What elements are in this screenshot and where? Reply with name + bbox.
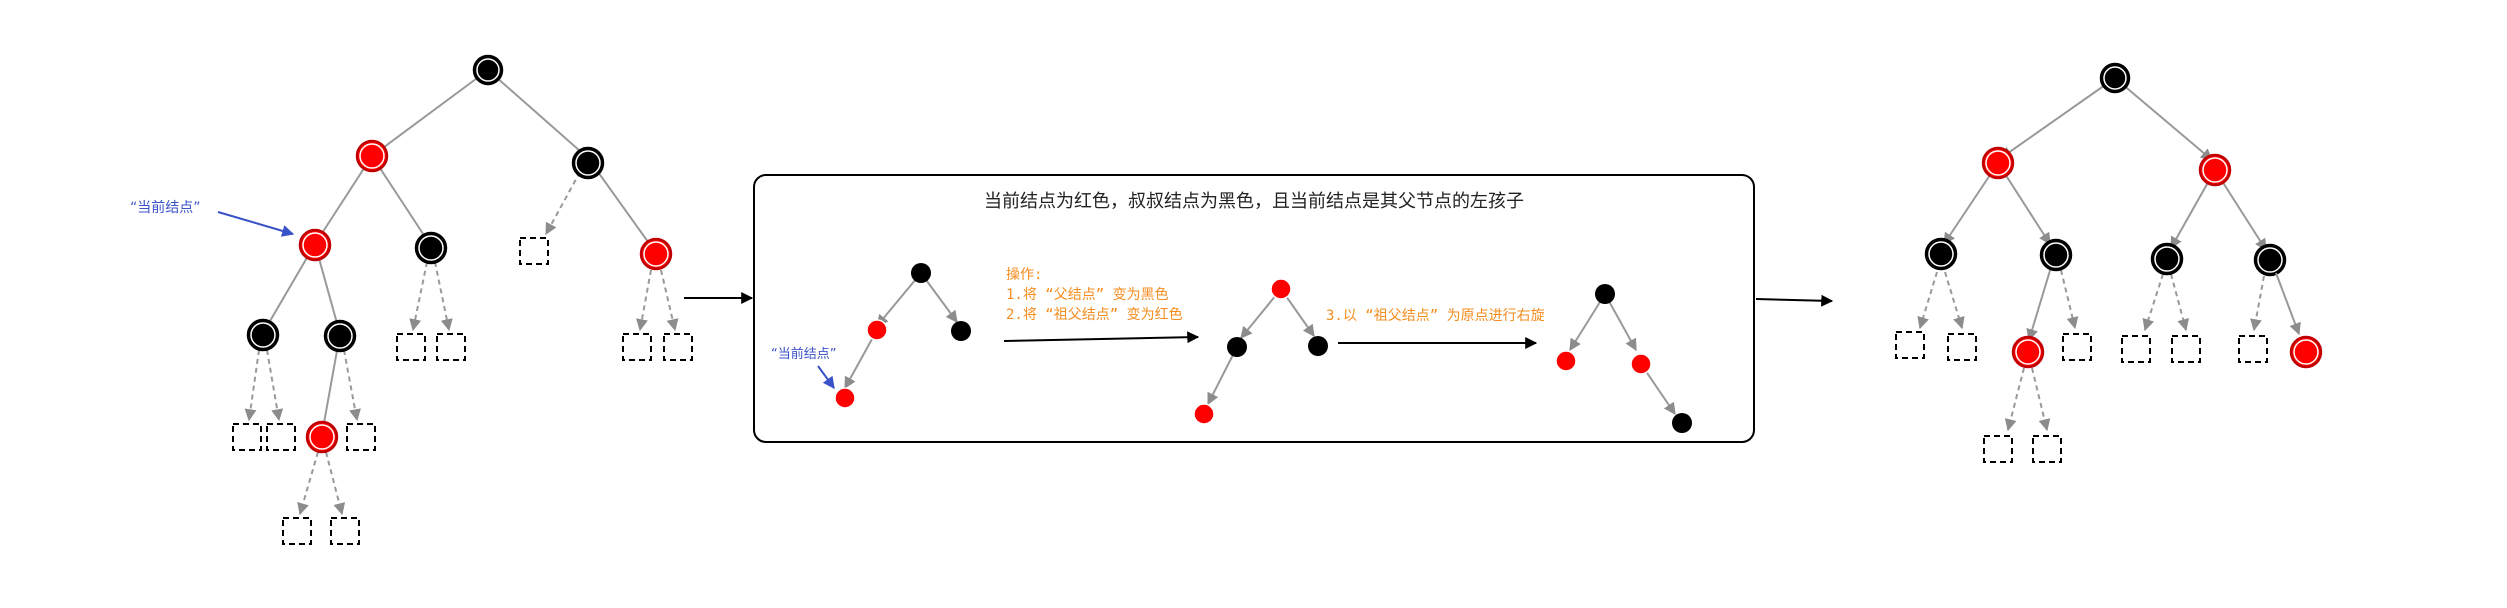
operation-step-1: 1.将 “父结点” 变为黑色 <box>1006 286 1169 303</box>
black-node-ring <box>2103 66 2127 90</box>
red-node-current <box>834 387 856 409</box>
black-node <box>1595 284 1615 304</box>
nil-edge <box>2170 273 2190 332</box>
red-node <box>1630 353 1652 375</box>
tree-edge <box>487 69 589 159</box>
nil-edge <box>1917 271 1938 330</box>
left-tree-dashed-edges <box>244 171 679 516</box>
red-node-ring <box>1985 150 2011 176</box>
case-panel-title: 当前结点为红色，叔叔结点为黑色，且当前结点是其父节点的左孩子 <box>984 191 1524 212</box>
black-node-ring <box>2154 246 2180 272</box>
right-tree <box>1895 62 2323 463</box>
nil-edge <box>434 261 453 332</box>
nil-node <box>2171 335 2201 363</box>
nil-edge <box>409 261 428 332</box>
nil-node <box>282 517 312 545</box>
nil-edge <box>2250 275 2265 332</box>
red-node <box>1193 403 1215 425</box>
red-node-ring <box>302 232 328 258</box>
nil-node <box>2032 435 2062 463</box>
rotate-step: 3.以 “祖父结点” 为原点进行右旋 <box>1326 308 1545 324</box>
black-node-ring <box>575 150 601 176</box>
nil-node <box>2238 335 2268 363</box>
nil-edge <box>2060 269 2079 330</box>
nil-edge <box>660 269 679 332</box>
black-node-ring <box>476 58 500 82</box>
nil-edge <box>2142 273 2164 332</box>
nil-node <box>436 333 466 361</box>
left-tree-nodes <box>246 54 673 454</box>
nil-node <box>396 333 426 361</box>
current-node-label: “当前结点” <box>130 199 201 216</box>
nil-edge <box>325 451 346 516</box>
black-node <box>1308 336 1328 356</box>
nil-edge <box>297 451 319 516</box>
left-tree-nil-nodes <box>232 237 693 545</box>
black-node-ring <box>2043 242 2069 268</box>
panel-current-node-label: “当前结点” <box>771 346 836 362</box>
nil-node <box>622 333 652 361</box>
black-node <box>911 263 931 283</box>
nil-node <box>330 517 360 545</box>
black-node <box>951 321 971 341</box>
nil-node <box>1983 435 2013 463</box>
nil-node <box>519 237 549 265</box>
black-node-ring <box>327 323 353 349</box>
red-node-ring <box>359 143 385 169</box>
case-panel-frame <box>753 174 1755 443</box>
red-node-ring <box>2202 157 2228 183</box>
red-node-ring <box>309 424 335 450</box>
nil-edge <box>2004 367 2025 432</box>
red-node-ring <box>2293 339 2319 365</box>
red-node-ring <box>2015 339 2041 365</box>
red-node <box>1555 350 1577 372</box>
black-node <box>1227 337 1247 357</box>
red-node <box>1270 278 1292 300</box>
nil-node <box>346 423 376 451</box>
black-node-ring <box>418 235 444 261</box>
case-panel: 当前结点为红色，叔叔结点为黑色，且当前结点是其父节点的左孩子 “当前结点” 操作… <box>753 174 1755 443</box>
nil-node <box>2121 335 2151 363</box>
nil-node <box>232 423 262 451</box>
black-node <box>1672 413 1692 433</box>
nil-node <box>266 423 296 451</box>
nil-edge <box>2031 367 2051 432</box>
nil-edge <box>244 349 260 422</box>
black-node-ring <box>2257 247 2283 273</box>
operations-heading: 操作: <box>1006 267 1042 283</box>
nil-edge <box>545 171 581 236</box>
tree-edge <box>371 69 489 157</box>
nil-edge <box>1944 271 1965 330</box>
nil-edge <box>636 269 652 332</box>
tree-edge <box>2275 272 2301 336</box>
operation-step-2: 2.将 “祖父结点” 变为红色 <box>1006 306 1183 323</box>
right-arrow-icon <box>1755 294 1834 307</box>
tree-edge <box>2114 77 2213 161</box>
nil-node <box>663 333 693 361</box>
black-node-ring <box>250 322 276 348</box>
black-node-ring <box>1928 241 1954 267</box>
current-node-pointer-icon <box>217 211 295 237</box>
nil-node <box>2062 333 2092 361</box>
red-node <box>866 319 888 341</box>
nil-node <box>1895 331 1925 359</box>
nil-edge <box>343 349 361 422</box>
tree-edge <box>2000 77 2116 159</box>
nil-node <box>1947 333 1977 361</box>
left-tree: “当前结点” <box>130 54 693 545</box>
red-node-ring <box>643 241 669 267</box>
nil-edge <box>266 349 284 422</box>
red-black-tree-diagram: “当前结点” 当前结点为红色，叔叔结点为黑色，且当前结点是其父节点的左孩子 “当… <box>130 54 2323 545</box>
